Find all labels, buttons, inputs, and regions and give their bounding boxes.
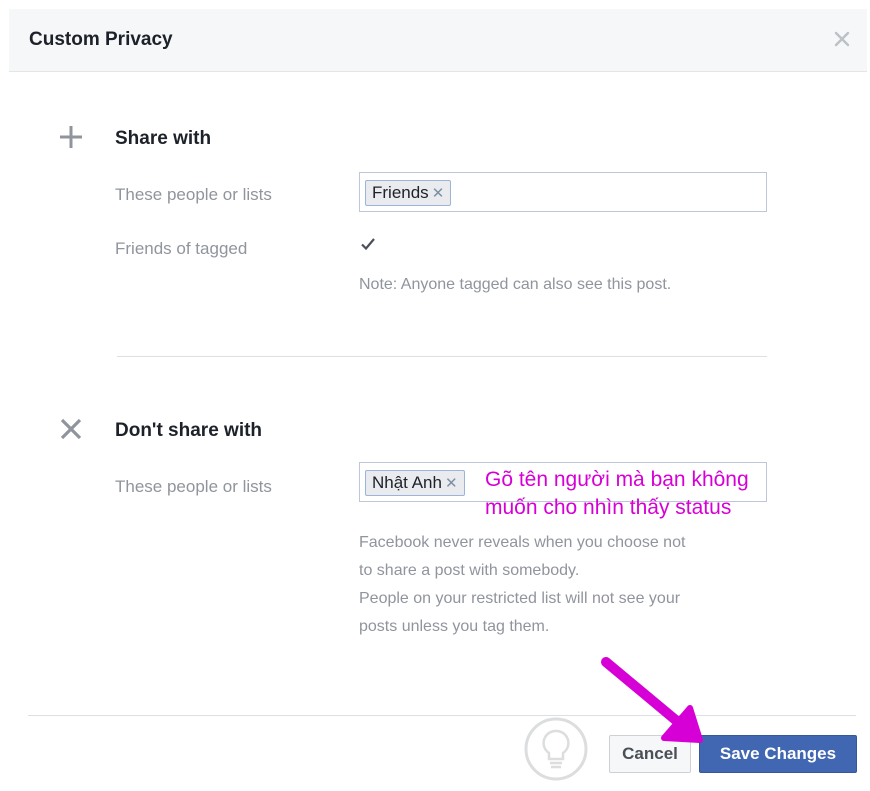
cancel-button[interactable]: Cancel (609, 735, 691, 773)
tagged-note: Note: Anyone tagged can also see this po… (359, 276, 672, 293)
restricted-note-line-1: Facebook never reveals when you choose n… (359, 534, 686, 551)
annotation-line-1: Gõ tên người mà bạn không (485, 468, 749, 491)
close-icon[interactable] (831, 28, 853, 50)
restricted-note-line-2: to share a post with somebody. (359, 562, 580, 579)
share-people-label: These people or lists (115, 185, 272, 204)
save-changes-button[interactable]: Save Changes (699, 735, 857, 773)
lightbulb-watermark-icon (520, 713, 592, 785)
remove-token-icon[interactable]: ✕ (432, 185, 445, 202)
plus-icon (58, 124, 84, 150)
restricted-note-line-3: People on your restricted list will not … (359, 590, 681, 607)
annotation-line-2: muốn cho nhìn thấy status (485, 496, 732, 519)
friends-of-tagged-checkbox[interactable] (359, 235, 377, 253)
nhat-anh-token[interactable]: Nhật Anh ✕ (365, 470, 465, 496)
restricted-note-line-4: posts unless you tag them. (359, 618, 550, 635)
dialog-title: Custom Privacy (29, 29, 173, 50)
token-label: Nhật Anh (372, 473, 442, 492)
footer-divider (28, 715, 856, 716)
section-divider (117, 356, 767, 357)
instruction-annotation: Gõ tên người mà bạn không muốn cho nhìn … (485, 466, 749, 522)
share-with-input[interactable]: Friends ✕ (359, 172, 767, 212)
dialog-header: Custom Privacy (9, 9, 867, 72)
friends-of-tagged-label: Friends of tagged (115, 239, 248, 258)
close-x-icon (58, 416, 84, 442)
dont-share-people-label: These people or lists (115, 477, 272, 496)
token-label: Friends (372, 183, 429, 202)
custom-privacy-dialog: Custom Privacy Share with These people o… (9, 9, 867, 791)
friends-token[interactable]: Friends ✕ (365, 180, 452, 206)
dont-share-with-title: Don't share with (115, 420, 263, 441)
share-with-title: Share with (115, 128, 212, 149)
restricted-note: Facebook never reveals when you choose n… (359, 529, 685, 641)
remove-token-icon[interactable]: ✕ (445, 475, 458, 492)
